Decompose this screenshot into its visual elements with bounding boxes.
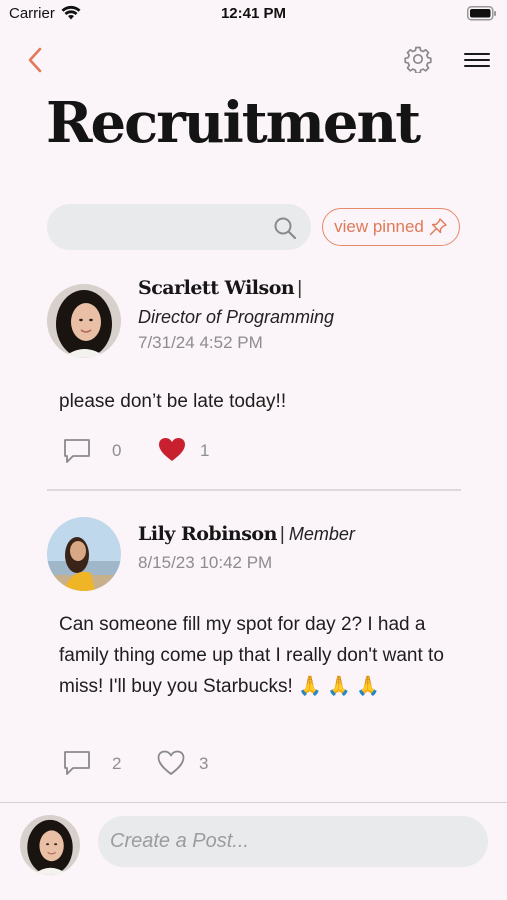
search-icon[interactable]	[273, 216, 297, 240]
view-pinned-label: view pinned	[334, 217, 424, 236]
name-separator: |	[297, 278, 303, 299]
search-input[interactable]	[63, 204, 263, 250]
screen: Carrier 12:41 PM Recruitment view pinned…	[0, 0, 507, 900]
status-bar: Carrier 12:41 PM	[0, 0, 507, 30]
like-count: 1	[200, 441, 210, 460]
view-pinned-button[interactable]: view pinned	[322, 208, 460, 246]
post-body: Can someone fill my spot for day 2? I ha…	[59, 614, 444, 697]
battery-icon	[467, 6, 496, 21]
author-role: Director of Programming	[138, 307, 335, 327]
back-icon[interactable]	[24, 45, 48, 75]
avatar-photo	[47, 284, 121, 358]
post-author-line: Lily Robinson | Member	[138, 523, 355, 546]
avatar[interactable]	[47, 517, 121, 591]
comment-icon[interactable]	[62, 437, 92, 465]
comment-icon[interactable]	[62, 749, 92, 777]
create-post-input[interactable]	[98, 816, 488, 867]
composer-divider	[0, 802, 507, 803]
post-author-line: Scarlett Wilson |	[138, 277, 306, 300]
gear-icon[interactable]	[404, 45, 432, 73]
comment-count: 0	[112, 441, 122, 460]
page-title: Recruitment	[46, 90, 421, 156]
avatar-photo	[20, 815, 80, 875]
post-divider	[47, 489, 461, 491]
author-role: Member	[288, 524, 355, 544]
avatar-photo	[47, 517, 121, 591]
search-bar[interactable]	[47, 204, 311, 250]
status-time: 12:41 PM	[220, 5, 287, 22]
post-timestamp: 8/15/23 10:42 PM	[138, 553, 273, 572]
avatar[interactable]	[47, 284, 121, 358]
post-body: please don’t be late today!!	[59, 391, 287, 412]
author-name[interactable]: Lily Robinson	[138, 523, 277, 545]
post-timestamp: 7/31/24 4:52 PM	[138, 333, 263, 352]
current-user-avatar[interactable]	[20, 815, 80, 875]
name-separator: |	[279, 524, 285, 545]
like-count: 3	[199, 754, 209, 773]
pin-icon	[429, 218, 447, 236]
heart-icon[interactable]	[157, 750, 185, 776]
menu-icon[interactable]	[463, 49, 491, 71]
comment-count: 2	[112, 754, 122, 773]
author-name[interactable]: Scarlett Wilson	[138, 277, 295, 299]
heart-icon[interactable]	[158, 437, 186, 463]
